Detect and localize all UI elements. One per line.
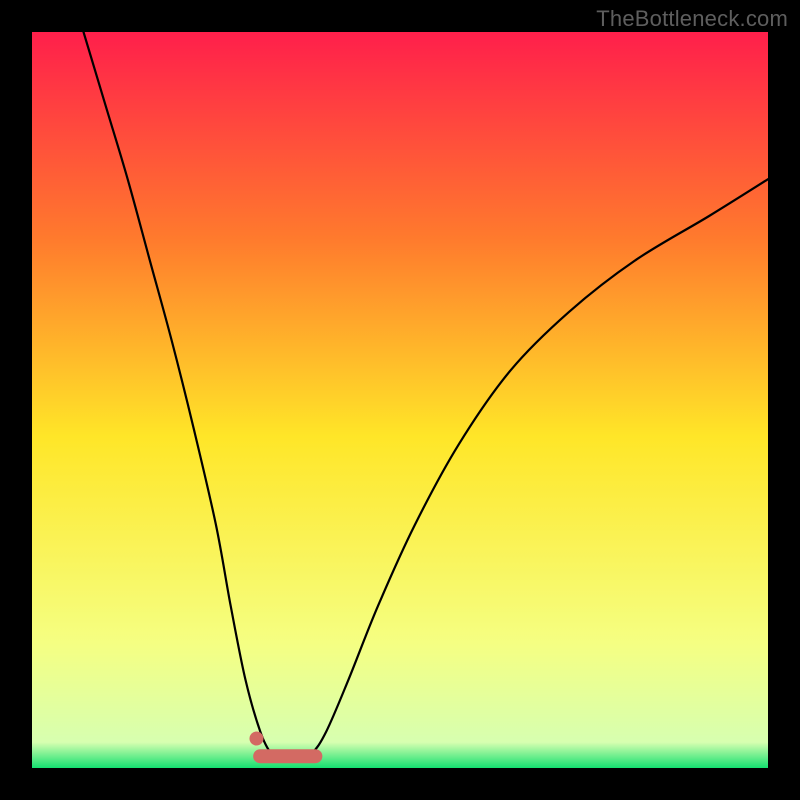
valley-marker-dot	[249, 732, 263, 746]
plot-area	[32, 32, 768, 768]
chart-frame: TheBottleneck.com	[0, 0, 800, 800]
chart-svg	[32, 32, 768, 768]
watermark-text: TheBottleneck.com	[596, 6, 788, 32]
gradient-background	[32, 32, 768, 768]
